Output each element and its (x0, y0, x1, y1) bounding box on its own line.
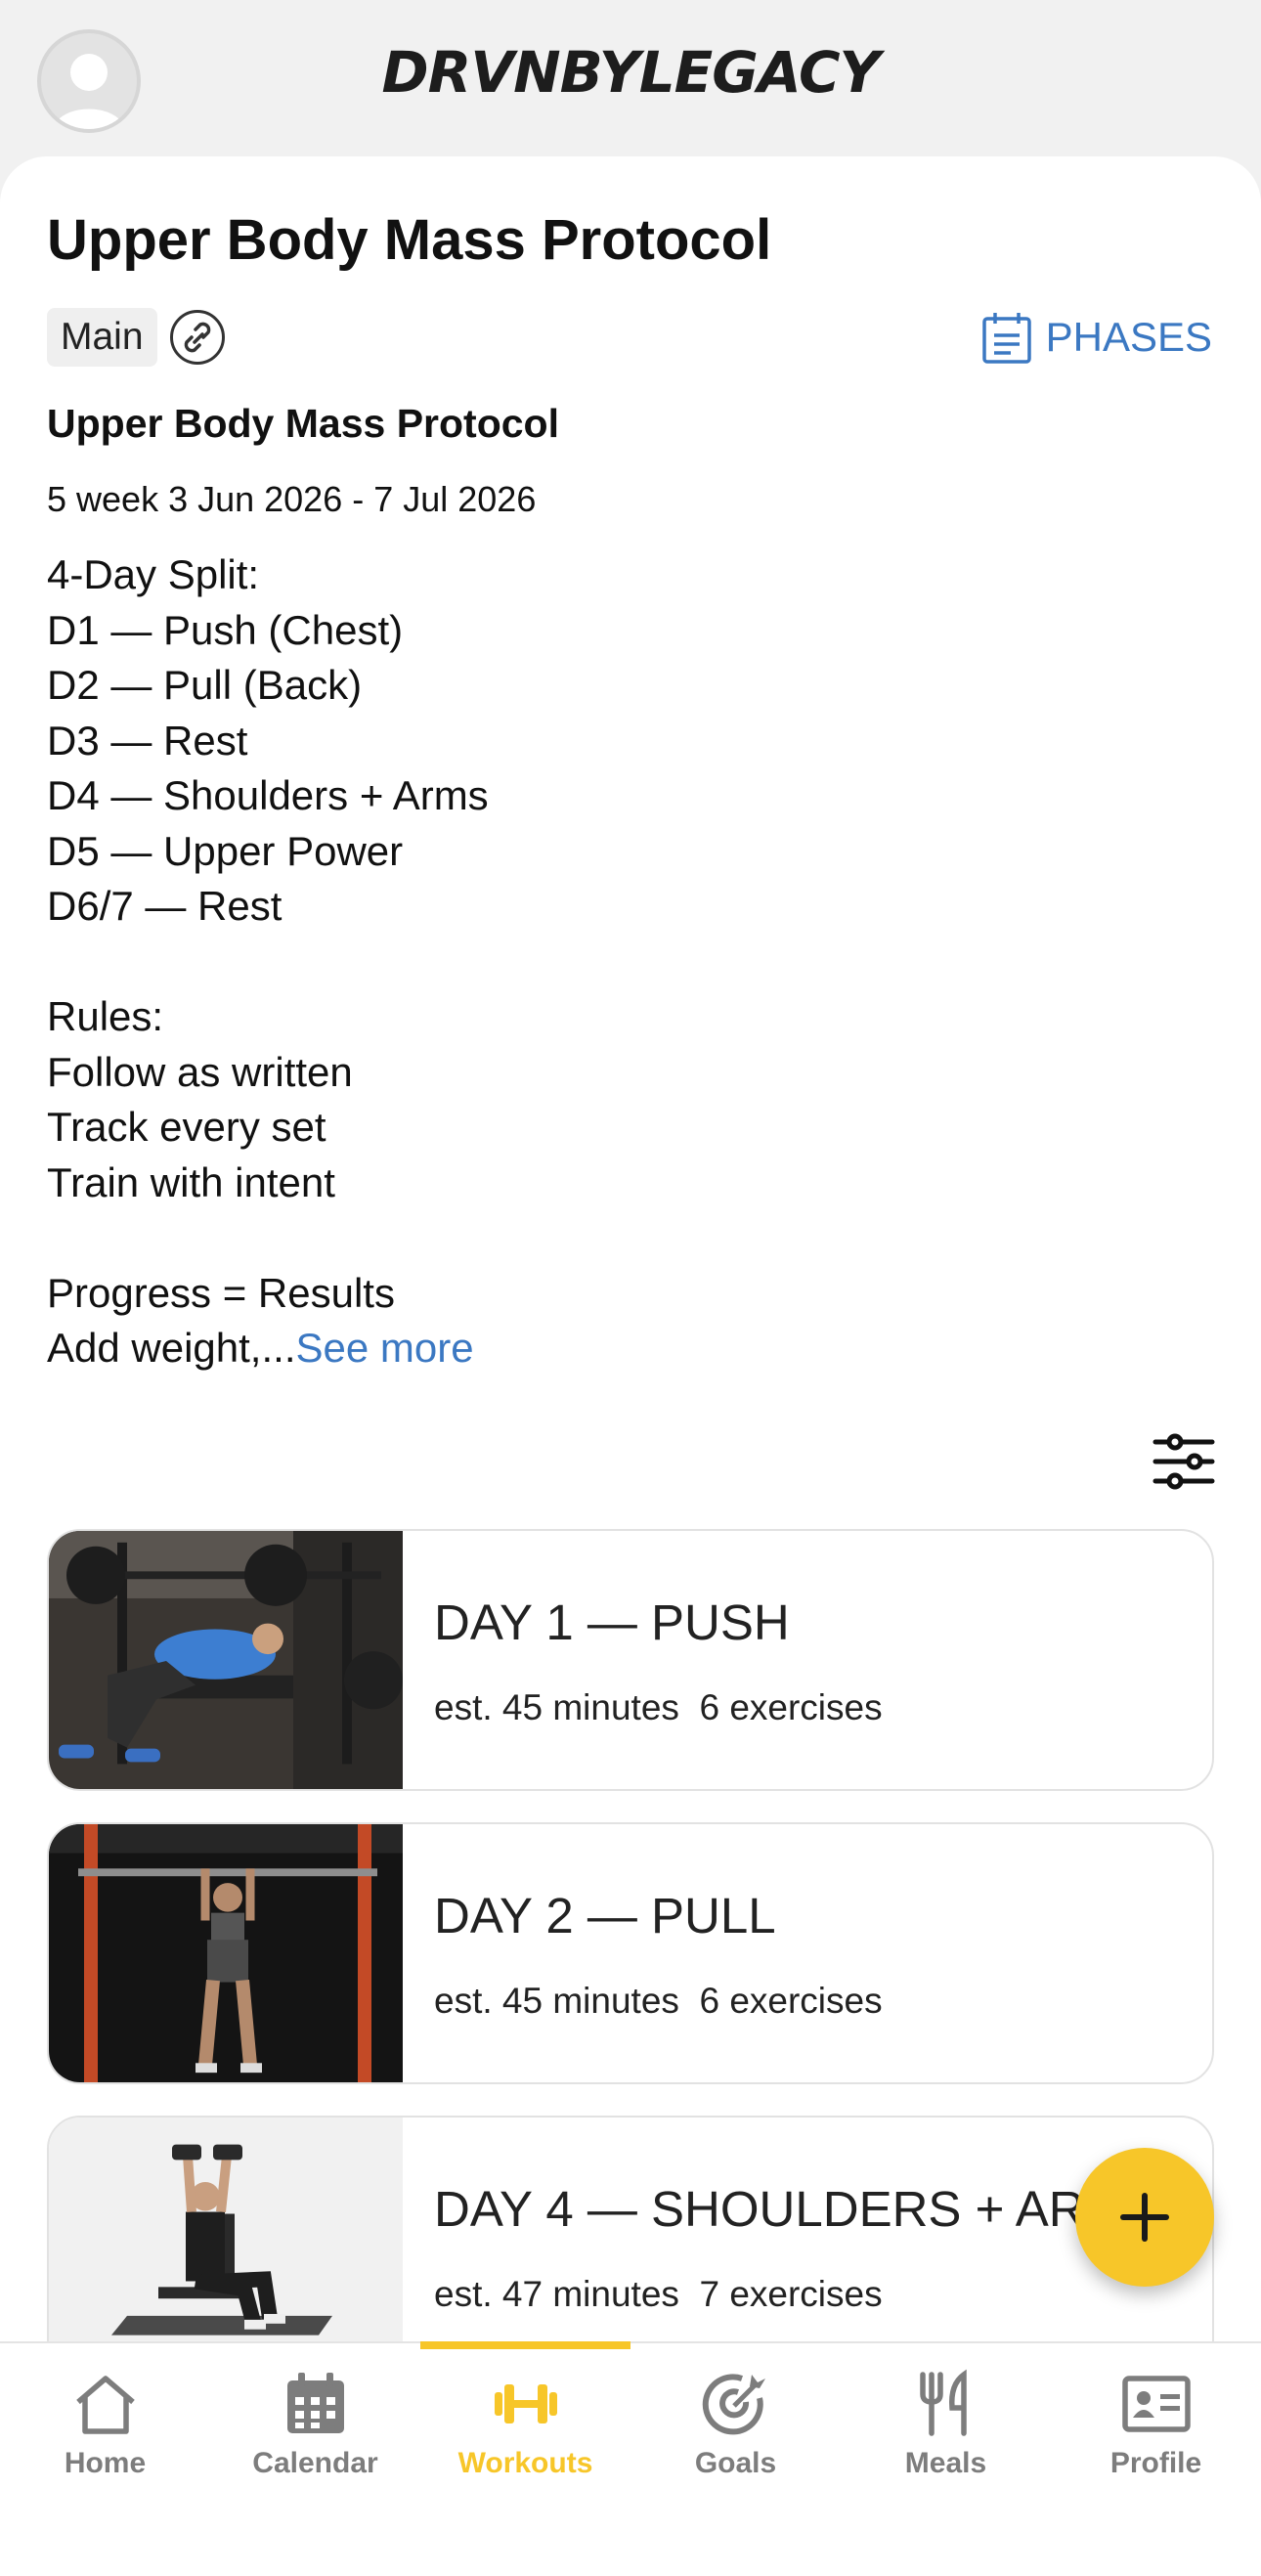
workout-thumbnail (49, 1824, 403, 2082)
home-icon (76, 2376, 135, 2434)
workout-name: DAY 1 — PUSH (434, 1594, 790, 1650)
nav-item-goals[interactable]: Goals (630, 2343, 841, 2500)
nav-label: Workouts (457, 2447, 593, 2479)
nav-item-profile[interactable]: Profile (1051, 2343, 1261, 2500)
link-icon[interactable] (170, 310, 225, 365)
workout-name: DAY 2 — PULL (434, 1888, 776, 1943)
program-sheet: Upper Body Mass Protocol Main PHASES Upp… (0, 156, 1261, 2341)
calendar-icon (287, 2373, 344, 2433)
workout-card[interactable]: DAY 4 — SHOULDERS + ARMS est. 47 minutes… (47, 2116, 1214, 2341)
program-dates: 5 week 3 Jun 2026 - 7 Jul 2026 (47, 479, 537, 519)
program-tag: Main (47, 308, 157, 367)
workout-meta: est. 45 minutes 6 exercises (434, 1981, 883, 2021)
workout-card[interactable]: DAY 2 — PULL est. 45 minutes 6 exercises (47, 1822, 1214, 2084)
add-workout-button[interactable] (1075, 2148, 1214, 2287)
active-tab-indicator (420, 2341, 630, 2349)
phases-button[interactable]: PHASES (981, 303, 1212, 371)
page-title: Upper Body Mass Protocol (47, 208, 772, 272)
nav-label: Meals (904, 2447, 987, 2479)
calendar-list-icon (981, 313, 1031, 364)
description-text: 4-Day Split: D1 — Push (Chest) D2 — Pull… (47, 551, 489, 1371)
nav-label: Profile (1109, 2447, 1202, 2479)
brand-logo: DRVNBYLEGACY (381, 39, 880, 106)
nav-label: Home (64, 2447, 147, 2479)
nav-item-home[interactable]: Home (0, 2343, 210, 2500)
see-more-link[interactable]: See more (295, 1325, 473, 1371)
nav-label: Goals (694, 2447, 777, 2479)
workout-meta: est. 47 minutes 7 exercises (434, 2274, 883, 2314)
top-bar: DRVNBYLEGACY (0, 0, 1261, 156)
workout-name: DAY 4 — SHOULDERS + ARMS (434, 2181, 1160, 2237)
utensils-icon (920, 2369, 967, 2436)
workout-card[interactable]: DAY 1 — PUSH est. 45 minutes 6 exercises (47, 1529, 1214, 1791)
program-name: Upper Body Mass Protocol (47, 401, 559, 446)
filter-sliders-icon[interactable] (1152, 1432, 1216, 1491)
nav-label: Calendar (252, 2447, 378, 2479)
id-card-icon (1122, 2376, 1191, 2432)
workout-thumbnail (49, 2118, 403, 2341)
target-icon (702, 2374, 765, 2435)
workout-thumbnail (49, 1531, 403, 1789)
workout-meta: est. 45 minutes 6 exercises (434, 1687, 883, 1727)
program-description: 4-Day Split: D1 — Push (Chest) D2 — Pull… (47, 547, 1210, 1376)
bottom-nav: Home Calendar Workouts Goals Meals Profi… (0, 2341, 1261, 2576)
nav-item-meals[interactable]: Meals (841, 2343, 1051, 2500)
nav-item-calendar[interactable]: Calendar (210, 2343, 420, 2500)
nav-item-workouts[interactable]: Workouts (420, 2341, 630, 2500)
dumbbell-icon (495, 2384, 557, 2423)
phases-label: PHASES (1045, 314, 1212, 360)
